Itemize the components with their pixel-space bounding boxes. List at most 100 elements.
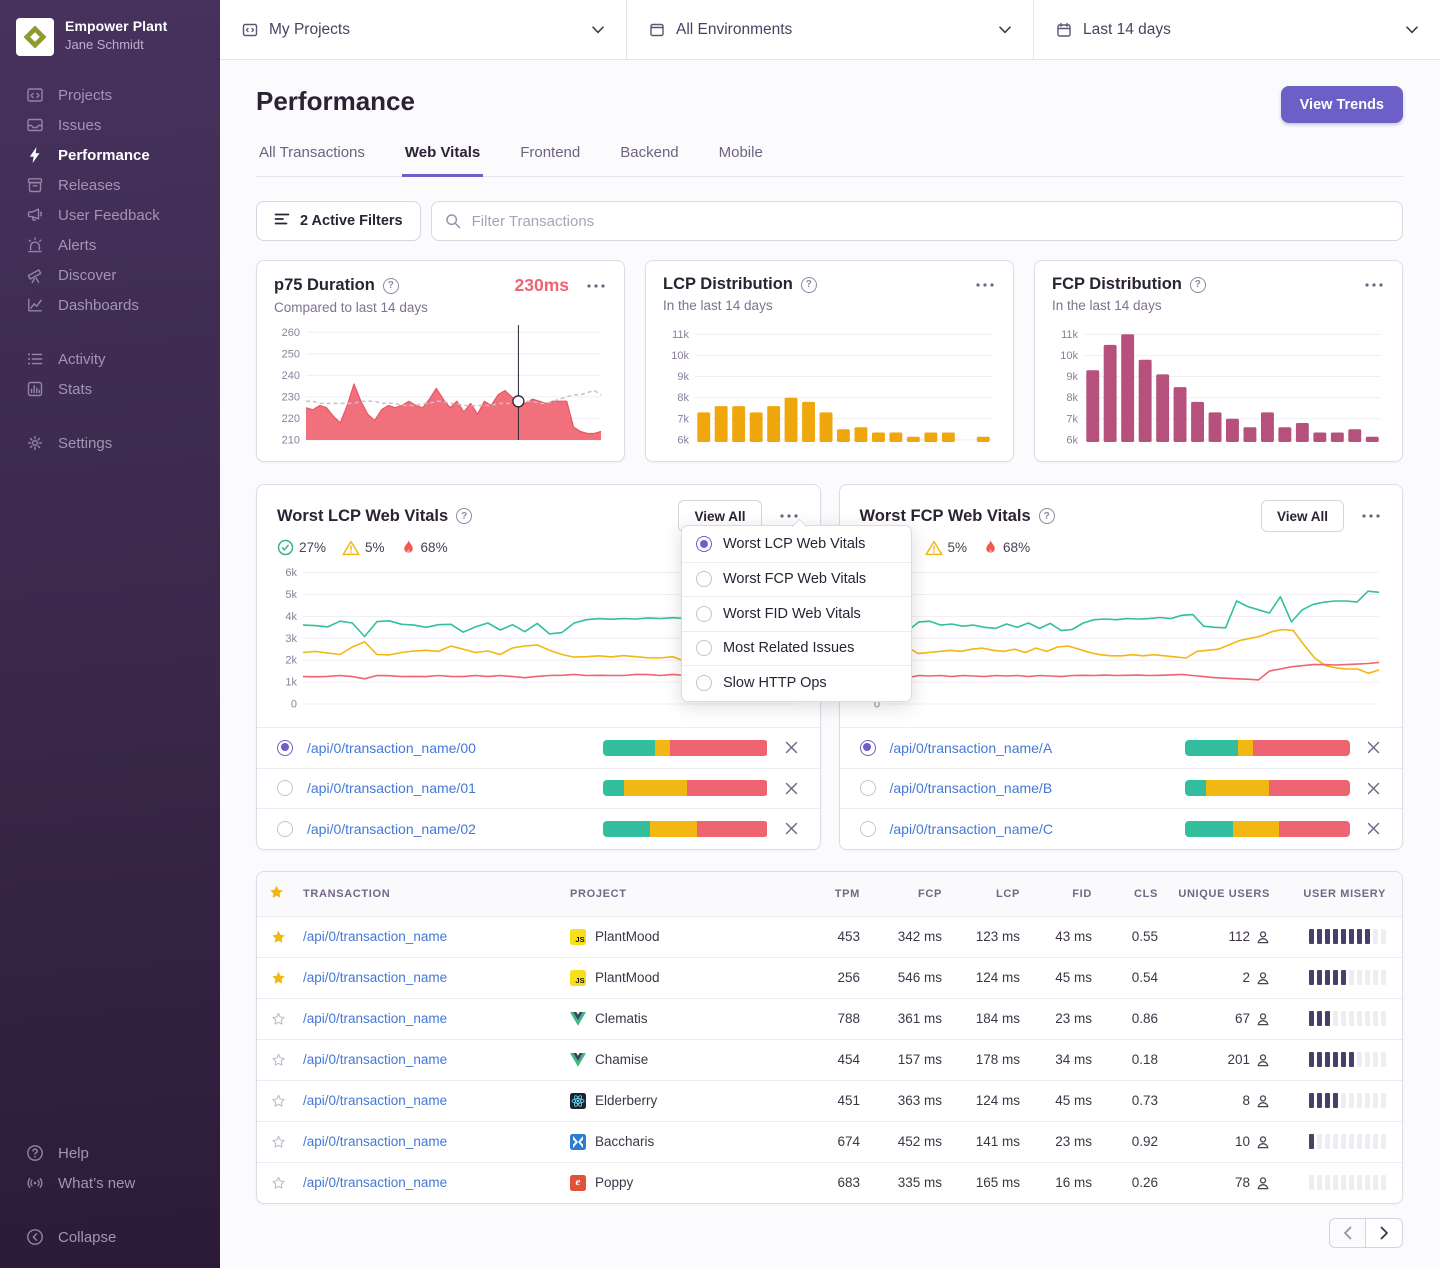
project-cell[interactable]: ePoppy [570, 1175, 800, 1191]
help-question-icon[interactable]: ? [456, 508, 472, 524]
close-icon[interactable] [783, 739, 800, 756]
column-header-unique-users[interactable]: UNIQUE USERS [1158, 888, 1270, 900]
sidebar-item-activity[interactable]: Activity [0, 344, 220, 374]
star-outline-icon[interactable] [269, 1051, 303, 1069]
sidebar-item-stats[interactable]: Stats [0, 374, 220, 404]
transaction-link[interactable]: /api/0/transaction_name [303, 1175, 570, 1190]
card-title: p75 Duration [274, 276, 375, 295]
option-radio[interactable] [696, 606, 712, 622]
next-page-button[interactable] [1366, 1218, 1403, 1248]
tab-all-transactions[interactable]: All Transactions [256, 144, 368, 177]
tab-web-vitals[interactable]: Web Vitals [402, 144, 483, 177]
star-filled-icon[interactable] [269, 928, 303, 946]
transaction-radio[interactable] [277, 740, 293, 756]
tab-mobile[interactable]: Mobile [716, 144, 766, 177]
dropdown-option-worst-fcp-web-vitals[interactable]: Worst FCP Web Vitals [682, 562, 911, 597]
transaction-radio[interactable] [860, 780, 876, 796]
help-question-icon[interactable]: ? [383, 278, 399, 294]
transaction-link[interactable]: /api/0/transaction_name [303, 929, 570, 944]
sidebar-item-dashboards[interactable]: Dashboards [0, 290, 220, 320]
transaction-link[interactable]: /api/0/transaction_name/C [890, 821, 1053, 837]
sidebar-item-what-s-new[interactable]: What’s new [0, 1168, 220, 1198]
sidebar-item-issues[interactable]: Issues [0, 110, 220, 140]
help-question-icon[interactable]: ? [801, 277, 817, 293]
card-menu-button[interactable] [1363, 279, 1385, 291]
project-cell[interactable]: JSPlantMood [570, 970, 800, 986]
column-header-fcp[interactable]: FCP [860, 888, 942, 900]
dropdown-option-most-related-issues[interactable]: Most Related Issues [682, 631, 911, 666]
project-selector[interactable]: My Projects [220, 0, 626, 59]
transaction-link[interactable]: /api/0/transaction_name [303, 1052, 570, 1067]
transaction-link[interactable]: /api/0/transaction_name [303, 1011, 570, 1026]
transaction-link[interactable]: /api/0/transaction_name/A [890, 740, 1053, 756]
column-header-lcp[interactable]: LCP [942, 888, 1020, 900]
view-all-button[interactable]: View All [1261, 500, 1344, 532]
help-question-icon[interactable]: ? [1039, 508, 1055, 524]
dropdown-option-worst-lcp-web-vitals[interactable]: Worst LCP Web Vitals [682, 527, 911, 562]
transaction-link[interactable]: /api/0/transaction_name [303, 1093, 570, 1108]
column-header-user-misery[interactable]: USER MISERY [1270, 888, 1386, 900]
project-cell[interactable]: Chamise [570, 1052, 800, 1068]
dropdown-option-worst-fid-web-vitals[interactable]: Worst FID Web Vitals [682, 596, 911, 631]
column-header-transaction[interactable]: TRANSACTION [303, 888, 570, 900]
column-header-project[interactable]: PROJECT [570, 888, 800, 900]
close-icon[interactable] [783, 780, 800, 797]
lcp-distribution-chart: 6k7k8k9k10k11k [663, 320, 996, 449]
environment-selector[interactable]: All Environments [626, 0, 1033, 59]
help-question-icon[interactable]: ? [1190, 277, 1206, 293]
sidebar-item-releases[interactable]: Releases [0, 170, 220, 200]
star-outline-icon[interactable] [269, 1133, 303, 1151]
project-cell[interactable]: Elderberry [570, 1093, 800, 1109]
project-cell[interactable]: Baccharis [570, 1134, 800, 1150]
previous-page-button[interactable] [1329, 1218, 1366, 1248]
transaction-radio[interactable] [860, 740, 876, 756]
card-menu-button[interactable] [585, 280, 607, 292]
option-radio[interactable] [696, 536, 712, 552]
search-input[interactable] [431, 201, 1403, 241]
sidebar-item-discover[interactable]: Discover [0, 260, 220, 290]
org-switcher[interactable]: Empower Plant Jane Schmidt [0, 16, 220, 56]
transaction-link[interactable]: /api/0/transaction_name/00 [307, 740, 476, 756]
transaction-link[interactable]: /api/0/transaction_name [303, 970, 570, 985]
sidebar-item-help[interactable]: Help [0, 1138, 220, 1168]
close-icon[interactable] [1365, 820, 1382, 837]
option-radio[interactable] [696, 675, 712, 691]
active-filters-button[interactable]: 2 Active Filters [256, 201, 421, 241]
column-header-cls[interactable]: CLS [1092, 888, 1158, 900]
star-outline-icon[interactable] [269, 1010, 303, 1028]
transaction-link[interactable]: /api/0/transaction_name/02 [307, 821, 476, 837]
option-radio[interactable] [696, 640, 712, 656]
tab-frontend[interactable]: Frontend [517, 144, 583, 177]
column-header-tpm[interactable]: TPM [800, 888, 860, 900]
card-menu-button[interactable] [1360, 510, 1382, 522]
star-filled-icon[interactable] [269, 969, 303, 987]
transaction-link[interactable]: /api/0/transaction_name/01 [307, 780, 476, 796]
transaction-link[interactable]: /api/0/transaction_name [303, 1134, 570, 1149]
option-radio[interactable] [696, 571, 712, 587]
sidebar-item-performance[interactable]: Performance [0, 140, 220, 170]
close-icon[interactable] [1365, 739, 1382, 756]
project-cell[interactable]: Clematis [570, 1011, 800, 1027]
sidebar-item-collapse[interactable]: Collapse [0, 1222, 220, 1252]
sidebar-item-user-feedback[interactable]: User Feedback [0, 200, 220, 230]
transaction-radio[interactable] [860, 821, 876, 837]
sidebar-item-settings[interactable]: Settings [0, 428, 220, 458]
close-icon[interactable] [1365, 780, 1382, 797]
star-outline-icon[interactable] [269, 1174, 303, 1192]
worst-vitals-card-worst-fcp-web-vitals: Worst FCP Web Vitals?View All27%5%68%01k… [839, 484, 1404, 850]
user-icon [1256, 930, 1270, 944]
sidebar-item-alerts[interactable]: Alerts [0, 230, 220, 260]
view-trends-button[interactable]: View Trends [1281, 86, 1403, 123]
transaction-link[interactable]: /api/0/transaction_name/B [890, 780, 1053, 796]
sidebar-item-projects[interactable]: Projects [0, 80, 220, 110]
close-icon[interactable] [783, 820, 800, 837]
project-cell[interactable]: JSPlantMood [570, 929, 800, 945]
dropdown-option-slow-http-ops[interactable]: Slow HTTP Ops [682, 665, 911, 700]
card-menu-button[interactable] [974, 279, 996, 291]
date-range-selector[interactable]: Last 14 days [1033, 0, 1440, 59]
star-outline-icon[interactable] [269, 1092, 303, 1110]
transaction-radio[interactable] [277, 780, 293, 796]
column-header-fid[interactable]: FID [1020, 888, 1092, 900]
tab-backend[interactable]: Backend [617, 144, 681, 177]
transaction-radio[interactable] [277, 821, 293, 837]
